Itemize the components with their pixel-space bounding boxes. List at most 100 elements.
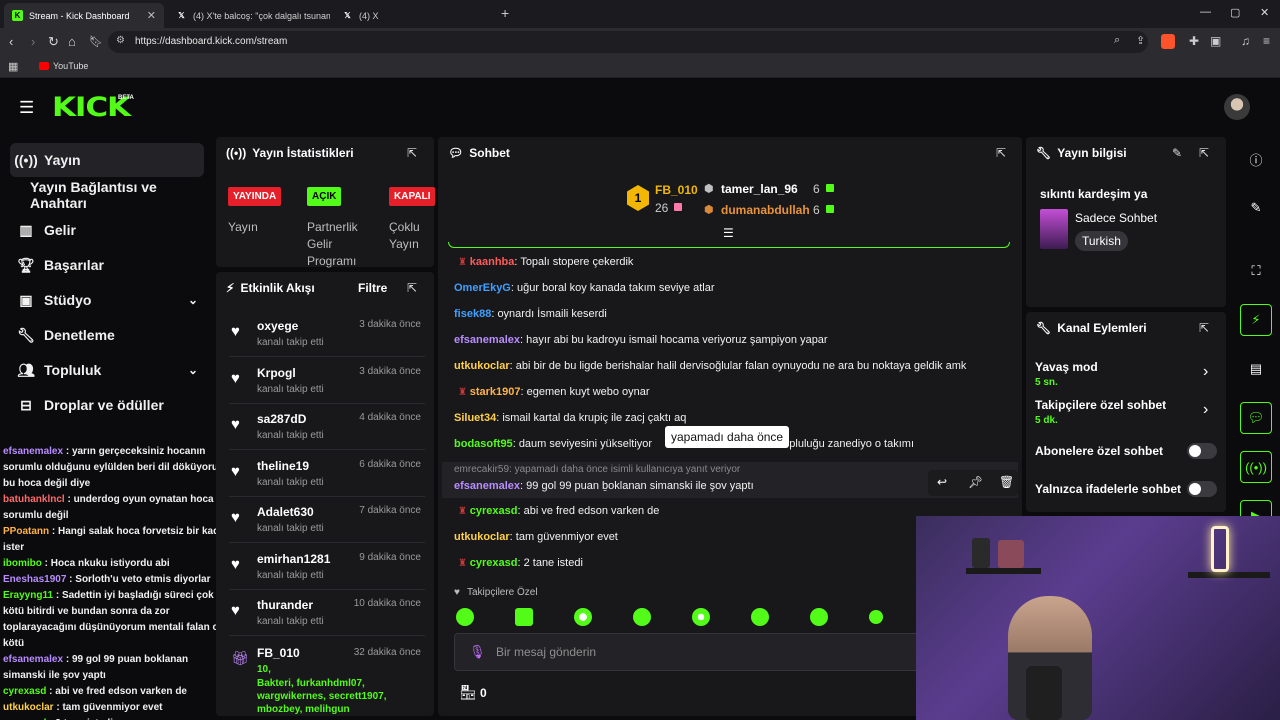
sidebar-item-gelir[interactable]: ▥ Gelir [10, 213, 204, 247]
popout-icon[interactable]: ⇱ [996, 146, 1006, 160]
side-chat-username[interactable]: utkukoclar [3, 702, 54, 713]
chat-message[interactable]: ♜ kaanhba: Topalı stopere çekerdik [458, 256, 633, 268]
chat-message[interactable]: utkukoclar: abi bir de bu ligde berishal… [454, 360, 966, 372]
info-icon[interactable]: ⓘ [1240, 143, 1272, 175]
microphone-icon[interactable]: 🎙︎ [469, 644, 486, 660]
filter-button[interactable]: Filtre [358, 281, 387, 295]
emote-only-toggle[interactable] [1187, 481, 1217, 497]
media-icon[interactable]: ♫ [1241, 34, 1250, 48]
emote-icon[interactable] [456, 608, 474, 626]
emote-icon[interactable] [515, 608, 533, 626]
side-chat-username[interactable]: batuhanklncl [3, 494, 65, 505]
activity-username[interactable]: Krpogl [257, 366, 296, 380]
popout-icon[interactable]: ⇱ [1199, 146, 1209, 160]
url-field[interactable]: ⚙ https://dashboard.kick.com/stream ⌕ ⇪ [108, 31, 1148, 53]
activity-username[interactable]: sa287dD [257, 412, 306, 426]
new-tab-button[interactable]: + [501, 5, 509, 21]
back-icon[interactable]: ‹ [9, 34, 13, 49]
delete-icon[interactable]: 🗑︎ [999, 475, 1014, 489]
tab-x-home[interactable]: 𝕏 (4) X [334, 3, 494, 28]
side-chat-username[interactable]: efsanemalex [3, 446, 63, 457]
close-window-icon[interactable]: ✕ [1260, 6, 1269, 19]
bolt-icon[interactable]: ⚡︎ [1240, 304, 1272, 336]
activity-username[interactable]: emirhan1281 [257, 552, 330, 566]
user-avatar[interactable] [1224, 94, 1250, 120]
expand-icon[interactable]: ⛶ [1240, 255, 1272, 287]
leader-2-name[interactable]: tamer_lan_96 [721, 182, 798, 196]
reply-icon[interactable]: ↩ [937, 475, 947, 489]
chat-bubble-icon[interactable]: 💬︎ [1240, 402, 1272, 434]
chevron-right-icon[interactable]: › [1203, 363, 1208, 381]
chat-message[interactable]: ♜ cyrexasd: 2 tane istedi [458, 557, 583, 569]
leader-3-name[interactable]: dumanabdullah [721, 203, 810, 217]
sidebar-item-stream-key[interactable]: Yayın Bağlantısı ve Anahtarı [10, 178, 204, 212]
brave-shield-icon[interactable] [1161, 34, 1175, 49]
bookmark-icon[interactable]: 🔖︎ [89, 35, 103, 48]
chat-input[interactable]: 🎙︎ Bir mesaj gönderin [454, 633, 924, 671]
side-chat-username[interactable]: ibomibo [3, 558, 42, 569]
chat-username[interactable]: OmerEkyG [454, 282, 511, 294]
category-name[interactable]: Sadece Sohbet [1075, 211, 1157, 225]
popout-icon[interactable]: ⇱ [1199, 321, 1209, 335]
emote-icon[interactable] [574, 608, 592, 626]
chat-username[interactable]: fisek88 [454, 308, 491, 320]
activity-username[interactable]: oxyege [257, 319, 298, 333]
chat-message[interactable]: utkukoclar: tam güvenmiyor evet [454, 531, 618, 543]
chat-message[interactable]: efsanemalex: 99 gol 99 puan ḇoklanan sim… [454, 480, 754, 492]
chat-username[interactable]: efsanemalex [454, 480, 520, 492]
sidebar-item-studyo[interactable]: ▣ Stüdyo ⌄ [10, 283, 204, 317]
close-tab-icon[interactable]: ✕ [147, 9, 156, 22]
chat-username[interactable]: utkukoclar [454, 360, 510, 372]
store-icon[interactable]: 🏪︎ [459, 684, 477, 701]
sidebar-item-topluluk[interactable]: 👥︎ Topluluk ⌄ [10, 353, 204, 387]
chat-username[interactable]: utkukoclar [454, 531, 510, 543]
chat-message[interactable]: fisek88: oynardı İsmaili keserdi [454, 308, 607, 320]
zoom-icon[interactable]: ⌕ [1114, 34, 1120, 47]
side-chat-username[interactable]: efsanemalex [3, 654, 63, 665]
document-icon[interactable]: ▤ [1240, 353, 1272, 385]
chat-message[interactable]: OmerEkyG: uğur boral koy kanada takım se… [454, 282, 715, 294]
wallet-icon[interactable]: ▣ [1210, 34, 1221, 48]
sidebar-item-yayin[interactable]: ((•)) Yayın [10, 143, 204, 177]
popout-icon[interactable]: ⇱ [407, 146, 417, 160]
chat-username[interactable]: stark1907 [470, 386, 521, 398]
side-chat-username[interactable]: Erayyng11 [3, 590, 53, 601]
subscribers-chat-toggle[interactable] [1187, 443, 1217, 459]
chat-username[interactable]: cyrexasd [470, 557, 518, 569]
minimize-icon[interactable]: — [1200, 6, 1211, 18]
followers-chat-label[interactable]: Takipçilere özel sohbet [1035, 398, 1166, 412]
activity-username[interactable]: thurander [257, 598, 313, 612]
sidebar-item-denetleme[interactable]: 🔧︎ Denetleme [10, 318, 204, 352]
activity-username[interactable]: Adalet630 [257, 505, 314, 519]
slow-mode-label[interactable]: Yavaş mod [1035, 360, 1098, 374]
bookmark-youtube[interactable]: YouTube [53, 61, 88, 71]
emote-icon[interactable] [869, 610, 883, 624]
emote-icon[interactable] [810, 608, 828, 626]
chat-message[interactable]: efsanemalex: hayır abi bu kadroyu ismail… [454, 334, 828, 346]
hamburger-menu-icon[interactable]: ☰ [19, 98, 34, 118]
forward-icon[interactable]: › [31, 34, 35, 49]
edit-icon[interactable]: ✎ [1172, 146, 1182, 160]
sidebar-item-basarilar[interactable]: 🏆︎ Başarılar [10, 248, 204, 282]
reload-icon[interactable]: ↻ [48, 34, 59, 50]
edit-pencil-icon[interactable]: ✎ [1240, 192, 1272, 224]
side-chat-username[interactable]: PPoatann [3, 526, 49, 537]
site-settings-icon[interactable]: ⚙ [116, 35, 125, 46]
broadcast-icon[interactable]: ((•)) [1240, 451, 1272, 483]
chat-username[interactable]: Siluet34 [454, 412, 496, 424]
sidebar-item-droplar[interactable]: ⊟ Droplar ve ödüller [10, 388, 204, 422]
chevron-down-icon[interactable]: ⌄ [188, 363, 198, 377]
maximize-icon[interactable]: ▢ [1230, 6, 1240, 19]
chat-message[interactable]: ♜ stark1907: egemen kuyt webo oynar [458, 386, 650, 398]
apps-icon[interactable]: ▦ [8, 60, 18, 73]
extensions-icon[interactable]: ✚ [1189, 34, 1199, 48]
chevron-right-icon[interactable]: › [1203, 401, 1208, 419]
side-chat-username[interactable]: Eneshas1907 [3, 574, 66, 585]
tab-kick-dashboard[interactable]: K Stream - Kick Dashboard ✕ [4, 3, 164, 28]
pinned-collapse-icon[interactable]: ☰ [723, 226, 734, 240]
share-icon[interactable]: ⇪ [1136, 34, 1145, 47]
pin-icon[interactable]: 📌︎ [968, 475, 983, 489]
side-chat-username[interactable]: cyrexasd [3, 686, 46, 697]
emote-icon[interactable] [633, 608, 651, 626]
chevron-down-icon[interactable]: ⌄ [188, 293, 198, 307]
